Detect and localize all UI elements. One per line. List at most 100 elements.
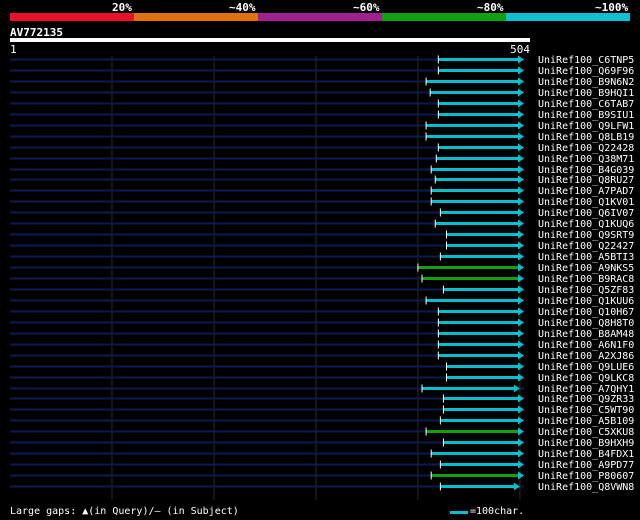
hit-label[interactable]: UniRef100_C6TNP5 xyxy=(538,55,634,66)
hit-row[interactable]: UniRef100_B9HQI1 xyxy=(10,88,634,99)
hit-row[interactable]: UniRef100_Q5ZF83 xyxy=(10,285,634,296)
hit-label[interactable]: UniRef100_B4FDX1 xyxy=(538,449,634,460)
hit-row[interactable]: UniRef100_C5WT90 xyxy=(10,405,634,416)
hit-row[interactable]: UniRef100_A9NKS5 xyxy=(10,263,634,274)
hit-row[interactable]: UniRef100_Q9ZR33 xyxy=(10,394,634,405)
hit-arrow-icon xyxy=(518,351,524,360)
hit-label[interactable]: UniRef100_Q9SRT9 xyxy=(538,230,634,241)
hit-arrow-icon xyxy=(518,77,524,86)
hit-label[interactable]: UniRef100_A6N1F0 xyxy=(538,340,634,351)
hit-label[interactable]: UniRef100_Q1KV01 xyxy=(538,197,634,208)
hit-row[interactable]: UniRef100_A5B109 xyxy=(10,416,634,427)
hit-row[interactable]: UniRef100_Q10H67 xyxy=(10,307,634,318)
hit-arrow-icon xyxy=(518,110,524,119)
hit-label[interactable]: UniRef100_P80607 xyxy=(538,471,634,482)
hit-arrow-icon xyxy=(518,318,524,327)
hit-arrow-icon xyxy=(518,329,524,338)
hit-label[interactable]: UniRef100_Q1KUQ6 xyxy=(538,219,634,230)
hit-arrow-icon xyxy=(518,307,524,316)
hit-label[interactable]: UniRef100_Q8LB19 xyxy=(538,132,634,143)
hit-label[interactable]: UniRef100_B9N6N2 xyxy=(538,77,634,88)
hit-label[interactable]: UniRef100_Q9ZR33 xyxy=(538,394,634,405)
hit-row[interactable]: UniRef100_A7PAD7 xyxy=(10,186,634,197)
hit-row[interactable]: UniRef100_P80607 xyxy=(10,471,634,482)
hit-row[interactable]: UniRef100_Q1KUQ6 xyxy=(10,219,634,230)
hit-row[interactable]: UniRef100_B9HXH9 xyxy=(10,438,634,449)
hit-label[interactable]: UniRef100_C6TAB7 xyxy=(538,99,634,110)
hit-label[interactable]: UniRef100_Q8RU27 xyxy=(538,175,634,186)
hit-label[interactable]: UniRef100_B8AM48 xyxy=(538,329,634,340)
hit-label[interactable]: UniRef100_Q9LKC8 xyxy=(538,373,634,384)
hit-arrow-icon xyxy=(518,175,524,184)
hit-row[interactable]: UniRef100_B9SIU1 xyxy=(10,110,634,121)
hit-label[interactable]: UniRef100_Q6IV07 xyxy=(538,208,634,219)
hit-arrow-icon xyxy=(518,438,524,447)
hit-row[interactable]: UniRef100_Q1KUU6 xyxy=(10,296,634,307)
hit-row[interactable]: UniRef100_B8AM48 xyxy=(10,329,634,340)
hit-row[interactable]: UniRef100_Q69F96 xyxy=(10,66,634,77)
hit-label[interactable]: UniRef100_A7PAD7 xyxy=(538,186,634,197)
hit-label[interactable]: UniRef100_Q9LFW1 xyxy=(538,121,634,132)
hit-arrow-icon xyxy=(518,263,524,272)
hit-label[interactable]: UniRef100_Q5ZF83 xyxy=(538,285,634,296)
hit-row[interactable]: UniRef100_A2XJ86 xyxy=(10,351,634,362)
hit-row[interactable]: UniRef100_Q8H8T0 xyxy=(10,318,634,329)
hit-label[interactable]: UniRef100_Q9LUE6 xyxy=(538,362,634,373)
hit-label[interactable]: UniRef100_Q38M71 xyxy=(538,154,634,165)
hit-row[interactable]: UniRef100_Q9LKC8 xyxy=(10,373,634,384)
hit-row[interactable]: UniRef100_Q22427 xyxy=(10,241,634,252)
hit-label[interactable]: UniRef100_A9NKS5 xyxy=(538,263,634,274)
hit-row[interactable]: UniRef100_Q6IV07 xyxy=(10,208,634,219)
hit-row[interactable]: UniRef100_Q9SRT9 xyxy=(10,230,634,241)
hit-row[interactable]: UniRef100_Q22428 xyxy=(10,143,634,154)
hit-arrow-icon xyxy=(518,471,524,480)
hit-label[interactable]: UniRef100_B9SIU1 xyxy=(538,110,634,121)
hit-row[interactable]: UniRef100_Q1KV01 xyxy=(10,197,634,208)
hit-row[interactable]: UniRef100_Q38M71 xyxy=(10,154,634,165)
hit-label[interactable]: UniRef100_A5BTI3 xyxy=(538,252,634,263)
hit-arrow-icon xyxy=(518,186,524,195)
hit-label[interactable]: UniRef100_C5WT90 xyxy=(538,405,634,416)
hit-label[interactable]: UniRef100_A2XJ86 xyxy=(538,351,634,362)
hit-label[interactable]: UniRef100_B9HXH9 xyxy=(538,438,634,449)
hit-row[interactable]: UniRef100_B9RAC8 xyxy=(10,274,634,285)
hit-row[interactable]: UniRef100_B4FDX1 xyxy=(10,449,634,460)
hit-row[interactable]: UniRef100_C6TAB7 xyxy=(10,99,634,110)
hit-arrow-icon xyxy=(518,373,524,382)
hit-label[interactable]: UniRef100_C5XKU8 xyxy=(538,427,634,438)
hit-label[interactable]: UniRef100_Q8H8T0 xyxy=(538,318,634,329)
hit-arrow-icon xyxy=(518,340,524,349)
hit-row[interactable]: UniRef100_C6TNP5 xyxy=(10,55,634,66)
hit-row[interactable]: UniRef100_B9N6N2 xyxy=(10,77,634,88)
hit-arrow-icon xyxy=(513,384,520,393)
hit-row[interactable]: UniRef100_C5XKU8 xyxy=(10,427,634,438)
hit-arrow-icon xyxy=(518,197,524,206)
hit-arrow-icon xyxy=(518,427,524,436)
hit-label[interactable]: UniRef100_Q1KUU6 xyxy=(538,296,634,307)
hit-arrow-icon xyxy=(518,208,524,217)
hit-label[interactable]: UniRef100_B9HQI1 xyxy=(538,88,634,99)
hit-arrow-icon xyxy=(518,252,524,261)
hit-label[interactable]: UniRef100_B9RAC8 xyxy=(538,274,634,285)
hit-row[interactable]: UniRef100_Q9LUE6 xyxy=(10,362,634,373)
hit-row[interactable]: UniRef100_A9PD77 xyxy=(10,460,634,471)
hit-label[interactable]: UniRef100_Q22428 xyxy=(538,143,634,154)
hit-row[interactable]: UniRef100_Q8LB19 xyxy=(10,132,634,143)
hit-row[interactable]: UniRef100_A6N1F0 xyxy=(10,340,634,351)
hit-label[interactable]: UniRef100_Q22427 xyxy=(538,241,634,252)
hit-label[interactable]: UniRef100_Q69F96 xyxy=(538,66,634,77)
hit-row[interactable]: UniRef100_A5BTI3 xyxy=(10,252,634,263)
hit-arrow-icon xyxy=(518,416,524,425)
hit-row[interactable]: UniRef100_Q8RU27 xyxy=(10,175,634,186)
hit-label[interactable]: UniRef100_A5B109 xyxy=(538,416,634,427)
hit-label[interactable]: UniRef100_Q10H67 xyxy=(538,307,634,318)
hit-arrow-icon xyxy=(518,154,524,163)
hit-arrow-icon xyxy=(518,449,524,458)
hit-label[interactable]: UniRef100_Q8VWN8 xyxy=(538,482,634,493)
hit-label[interactable]: UniRef100_A9PD77 xyxy=(538,460,634,471)
hit-row[interactable]: UniRef100_Q9LFW1 xyxy=(10,121,634,132)
hit-row[interactable]: UniRef100_Q8VWN8 xyxy=(10,482,634,493)
hit-arrow-icon xyxy=(518,99,524,108)
gaps-legend-text: Large gaps: ▲(in Query)/– (in Subject) xyxy=(10,506,239,517)
hit-arrow-icon xyxy=(518,241,524,250)
